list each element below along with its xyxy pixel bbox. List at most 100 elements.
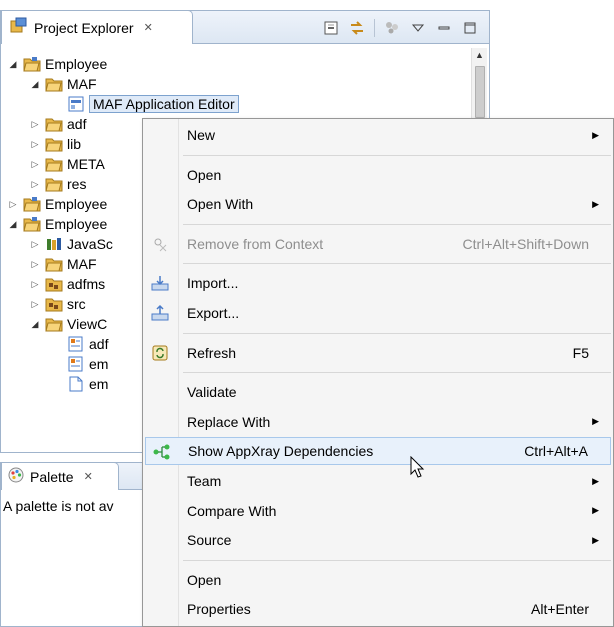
collapsed-arrow-icon[interactable]: ▷ xyxy=(29,239,41,250)
tree-item[interactable]: ◢ Employee xyxy=(7,54,108,74)
expanded-arrow-icon[interactable]: ◢ xyxy=(7,59,19,70)
menu-separator xyxy=(183,223,611,225)
library-icon xyxy=(45,236,63,252)
menu-item-remove-from-context[interactable]: Remove from Context Ctrl+Alt+Shift+Down xyxy=(145,230,611,258)
collapsed-arrow-icon[interactable]: ▷ xyxy=(29,159,41,170)
submenu-arrow-icon: ▶ xyxy=(592,416,599,427)
menu-item-replace-with[interactable]: Replace With ▶ xyxy=(145,408,611,436)
tree-item[interactable]: ▷ adf xyxy=(29,114,87,134)
tree-item[interactable]: MAF Application Editor xyxy=(51,94,239,114)
tree-item[interactable]: ▷ res xyxy=(29,174,87,194)
tree-item[interactable]: ▷ adfms xyxy=(29,274,106,294)
folder-icon xyxy=(45,316,63,332)
menu-item-label: Export... xyxy=(187,305,240,321)
tree-item-label: MAF xyxy=(67,76,97,92)
tree-item-label: adf xyxy=(67,116,87,132)
menu-item-import[interactable]: Import... xyxy=(145,269,611,297)
link-with-editor-icon[interactable] xyxy=(348,19,366,37)
menu-item-label: Team xyxy=(187,473,222,489)
view-menu-icon[interactable] xyxy=(409,19,427,37)
project-explorer-tabbar: Project Explorer ✕ xyxy=(1,10,489,44)
tree-item-label: Employee xyxy=(45,196,108,212)
tree-item-label: res xyxy=(67,176,87,192)
folder-icon xyxy=(45,76,63,92)
scrollbar-thumb[interactable] xyxy=(475,66,485,118)
tree-item[interactable]: ▷ Employee xyxy=(7,194,108,214)
folder-icon xyxy=(45,156,63,172)
tree-item[interactable]: ◢ ViewC xyxy=(29,314,108,334)
menu-item-team[interactable]: Team ▶ xyxy=(145,467,611,495)
tab-project-explorer[interactable]: Project Explorer ✕ xyxy=(1,10,193,44)
tree-item[interactable]: ▷ lib xyxy=(29,134,81,154)
remove-from-context-icon xyxy=(151,235,169,253)
tree-item[interactable]: ▷ MAF xyxy=(29,254,97,274)
filter-icon[interactable] xyxy=(383,19,401,37)
tree-item[interactable]: ▷ src xyxy=(29,294,86,314)
minimize-icon[interactable] xyxy=(435,19,453,37)
palette-tabbar: Palette ✕ xyxy=(1,462,149,490)
collapsed-arrow-icon[interactable]: ▷ xyxy=(7,199,19,210)
submenu-arrow-icon: ▶ xyxy=(592,129,599,140)
refresh-icon xyxy=(151,344,169,362)
menu-item-label: Show AppXray Dependencies xyxy=(188,443,374,460)
menu-item-open-with[interactable]: Open With ▶ xyxy=(145,190,611,218)
collapsed-arrow-icon[interactable]: ▷ xyxy=(29,259,41,270)
palette-title: Palette xyxy=(30,468,74,485)
config-file-icon xyxy=(67,336,85,352)
tree-item[interactable]: ▷ META xyxy=(29,154,105,174)
collapsed-arrow-icon[interactable]: ▷ xyxy=(29,279,41,290)
folder-icon xyxy=(45,176,63,192)
tree-item[interactable]: ▷ JavaSc xyxy=(29,234,113,254)
scroll-up-icon[interactable]: ▲ xyxy=(475,50,484,60)
editor-file-icon xyxy=(67,96,85,112)
menu-item-label: Open xyxy=(187,571,222,588)
appxray-icon xyxy=(152,443,170,461)
menu-item-show-appxray-dependencies[interactable]: Show AppXray Dependencies Ctrl+Alt+A xyxy=(145,437,611,466)
view-toolbar xyxy=(322,17,479,39)
expanded-arrow-icon[interactable]: ◢ xyxy=(29,319,41,330)
menu-item-compare-with[interactable]: Compare With ▶ xyxy=(145,497,611,525)
close-icon[interactable]: ✕ xyxy=(84,470,93,483)
project-folder-icon xyxy=(23,196,41,212)
menu-item-label: Replace With xyxy=(187,413,271,430)
tree-item[interactable]: em xyxy=(51,354,108,374)
expanded-arrow-icon[interactable]: ◢ xyxy=(7,219,19,230)
menu-item-shortcut: Alt+Enter xyxy=(531,601,589,618)
menu-item-validate[interactable]: Validate xyxy=(145,378,611,406)
export-icon xyxy=(151,304,169,322)
collapsed-arrow-icon[interactable]: ▷ xyxy=(29,139,41,150)
menu-item-refresh[interactable]: Refresh F5 xyxy=(145,339,611,367)
collapsed-arrow-icon[interactable]: ▷ xyxy=(29,299,41,310)
collapsed-arrow-icon[interactable]: ▷ xyxy=(29,119,41,130)
menu-item-shortcut: F5 xyxy=(572,344,589,361)
project-folder-icon xyxy=(23,56,41,72)
collapsed-arrow-icon[interactable]: ▷ xyxy=(29,179,41,190)
tree-item[interactable]: ◢ MAF xyxy=(29,74,97,94)
close-icon[interactable]: ✕ xyxy=(144,21,153,34)
menu-separator xyxy=(183,154,611,156)
package-folder-icon xyxy=(45,296,63,312)
tree-item-label: adf xyxy=(89,336,109,352)
menu-item-label: Source xyxy=(187,532,232,549)
menu-item-new[interactable]: New ▶ xyxy=(145,121,611,149)
menu-item-open[interactable]: Open xyxy=(145,161,611,189)
maximize-icon[interactable] xyxy=(461,19,479,37)
project-explorer-icon xyxy=(10,17,28,38)
palette-icon xyxy=(8,467,24,486)
menu-item-open[interactable]: Open xyxy=(145,566,611,594)
tree-item[interactable]: ◢ Employee xyxy=(7,214,108,234)
tree-item[interactable]: adf xyxy=(51,334,108,354)
submenu-arrow-icon: ▶ xyxy=(592,475,599,486)
menu-item-export[interactable]: Export... xyxy=(145,299,611,327)
tree-item-label: MAF Application Editor xyxy=(89,95,239,113)
tree-item[interactable]: em xyxy=(51,374,108,394)
config-file-icon xyxy=(67,356,85,372)
folder-icon xyxy=(45,256,63,272)
expanded-arrow-icon[interactable]: ◢ xyxy=(29,79,41,90)
menu-item-properties[interactable]: Properties Alt+Enter xyxy=(145,595,611,623)
menu-item-source[interactable]: Source ▶ xyxy=(145,526,611,554)
collapse-all-icon[interactable] xyxy=(322,19,340,37)
menu-item-label: Properties xyxy=(187,601,251,618)
tab-palette[interactable]: Palette ✕ xyxy=(1,462,119,490)
menu-item-label: Validate xyxy=(187,384,237,401)
